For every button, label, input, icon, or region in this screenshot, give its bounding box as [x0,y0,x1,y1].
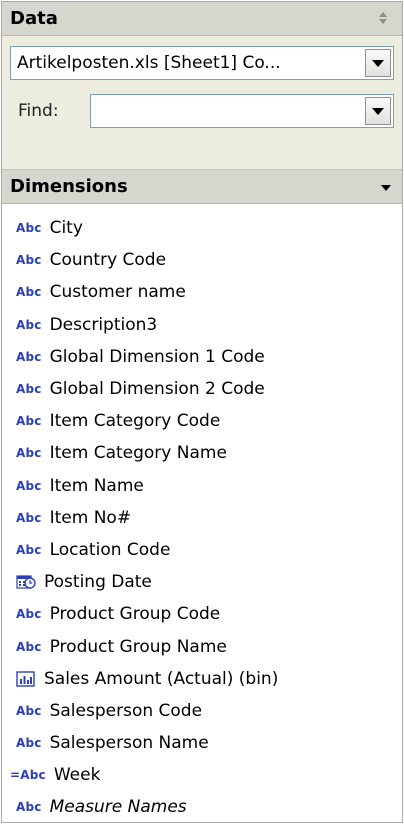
find-label: Find: [18,101,59,121]
dimensions-list: Abc City Abc Country Code Abc Customer n… [2,204,402,824]
dimension-item-global-dimension-1-code[interactable]: Abc Global Dimension 1 Code [2,341,402,373]
string-type-icon: Abc [16,736,42,751]
string-type-icon: Abc [16,382,42,397]
dimension-label: Global Dimension 1 Code [49,346,265,367]
dimension-label: City [49,218,83,239]
chevron-down-icon [372,59,384,67]
string-type-icon: Abc [16,607,42,622]
dimension-item-item-category-name[interactable]: Abc Item Category Name [2,437,402,469]
dimension-label: Description3 [49,314,158,335]
collapse-arrow-icon[interactable] [380,177,392,196]
calculated-prefix: = [10,768,21,783]
dimension-label: Location Code [49,539,171,560]
string-type-icon: Abc [16,446,42,461]
dimension-item-sales-amount-bin[interactable]: Sales Amount (Actual) (bin) [2,663,402,695]
string-type-icon: Abc [16,285,42,300]
dimension-label: Sales Amount (Actual) (bin) [44,668,279,689]
dimension-item-item-category-code[interactable]: Abc Item Category Code [2,405,402,437]
dimension-label: Item Category Code [49,411,221,432]
dimension-item-location-code[interactable]: Abc Location Code [2,534,402,566]
find-combobox[interactable] [90,94,394,128]
dimension-item-salesperson-name[interactable]: Abc Salesperson Name [2,727,402,759]
string-type-icon: Abc [16,349,42,364]
dimension-item-item-name[interactable]: Abc Item Name [2,470,402,502]
data-source-section: Artikelposten.xls [Sheet1] Co... Find: [2,36,402,170]
sort-arrows-icon[interactable] [378,11,388,27]
find-row: Find: [10,94,394,128]
dimension-label: Measure Names [49,797,187,818]
dimension-item-country-code[interactable]: Abc Country Code [2,244,402,276]
string-type-icon: Abc [16,414,42,429]
dimension-item-measure-names[interactable]: Abc Measure Names [2,791,402,823]
data-header: Data [2,2,402,36]
dimension-item-salesperson-code[interactable]: Abc Salesperson Code [2,695,402,727]
string-type-icon: Abc [16,800,42,815]
data-source-value: Artikelposten.xls [Sheet1] Co... [17,53,281,73]
dimension-label: Country Code [49,250,167,271]
string-type-icon: Abc [16,221,42,236]
dimension-item-item-no[interactable]: Abc Item No# [2,502,402,534]
dimension-item-city[interactable]: Abc City [2,212,402,244]
dimensions-header-title: Dimensions [10,176,128,197]
data-pane: Data Artikelposten.xls [Sheet1] Co... Fi… [1,1,403,823]
dimension-label: Salesperson Name [49,733,209,754]
dimension-label: Product Group Name [49,636,227,657]
find-input[interactable] [91,95,363,127]
dimension-label: Item Name [49,475,144,496]
string-type-icon: Abc [16,639,42,654]
find-dropdown-button[interactable] [365,97,391,125]
dimension-label: Item No# [49,507,132,528]
string-type-icon: Abc [16,253,42,268]
dimension-item-customer-name[interactable]: Abc Customer name [2,276,402,308]
dimension-item-description3[interactable]: Abc Description3 [2,309,402,341]
dimension-label: Posting Date [44,572,152,593]
string-type-label: Abc [20,768,46,783]
dimension-label: Salesperson Code [49,700,203,721]
string-type-icon: Abc [16,542,42,557]
data-source-dropdown-button[interactable] [365,49,391,77]
chevron-down-icon [372,107,384,115]
dimension-item-week[interactable]: =Abc Week [2,759,402,791]
dimension-item-global-dimension-2-code[interactable]: Abc Global Dimension 2 Code [2,373,402,405]
string-type-icon: Abc [16,510,42,525]
dimension-item-product-group-name[interactable]: Abc Product Group Name [2,630,402,662]
calculated-string-type-icon: =Abc [10,768,46,782]
string-type-icon: Abc [16,317,42,332]
data-source-select[interactable]: Artikelposten.xls [Sheet1] Co... [10,46,394,80]
dimension-label: Global Dimension 2 Code [49,379,265,400]
dimensions-header[interactable]: Dimensions [2,170,402,204]
dimension-item-product-group-code[interactable]: Abc Product Group Code [2,598,402,630]
dimension-label: Product Group Code [49,604,221,625]
string-type-icon: Abc [16,478,42,493]
dimension-item-posting-date[interactable]: Posting Date [2,566,402,598]
dimension-label: Week [53,765,101,786]
dimension-label: Customer name [49,282,186,303]
date-type-icon [16,573,36,591]
dimension-label: Item Category Name [49,443,227,464]
string-type-icon: Abc [16,703,42,718]
bin-histogram-icon [16,670,36,688]
data-header-title: Data [10,8,58,29]
